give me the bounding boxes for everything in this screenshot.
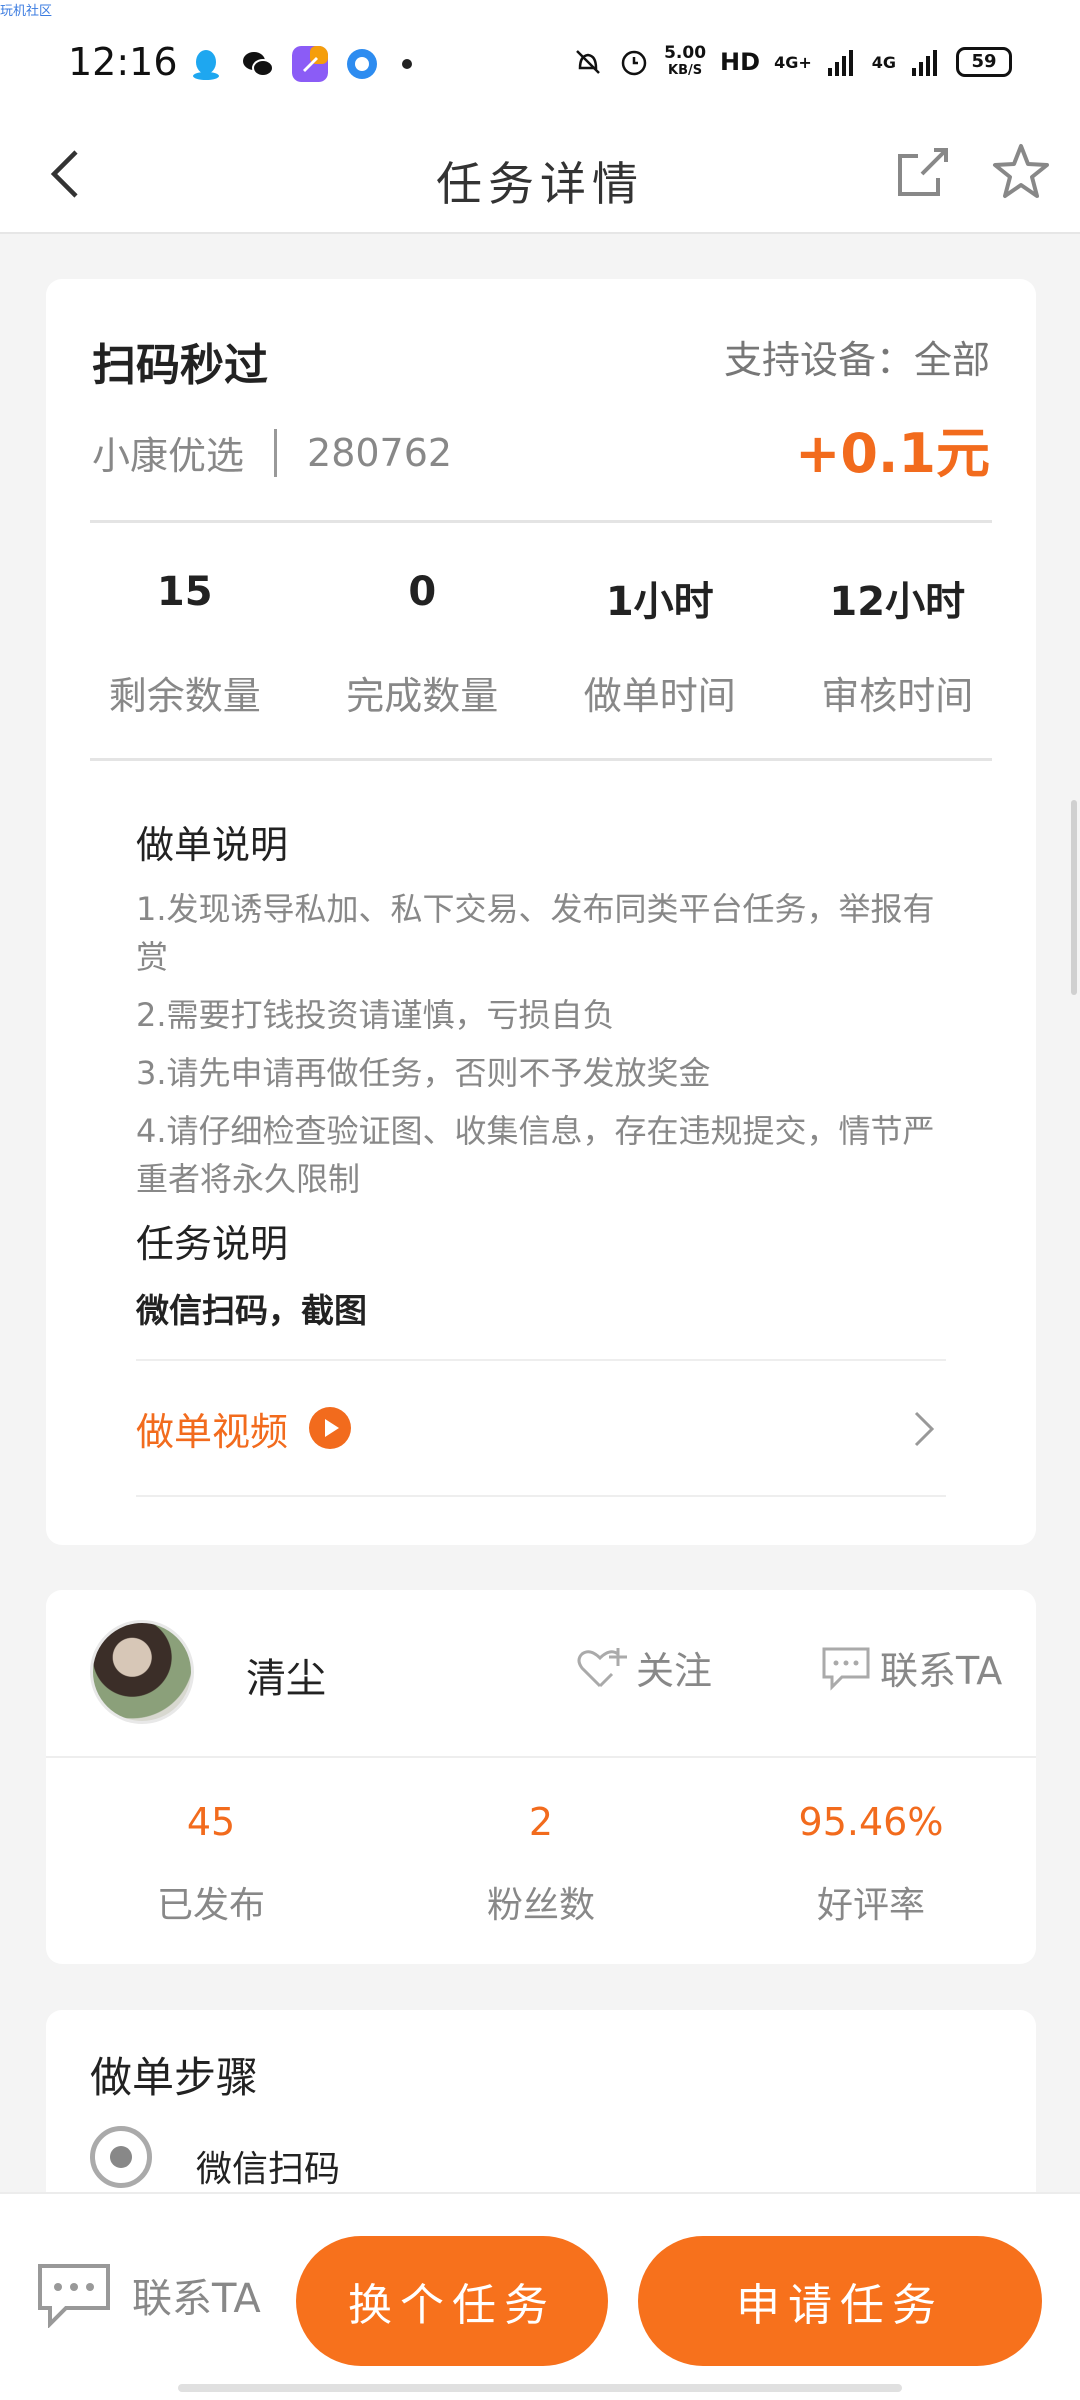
- net-speed-value: 5.00: [664, 43, 707, 63]
- battery-indicator: 59: [956, 47, 1012, 77]
- follow-label: 关注: [636, 1649, 713, 1693]
- status-time: 12:16: [68, 40, 178, 84]
- more-notifications-dot: [402, 59, 412, 69]
- qq-icon: [193, 50, 219, 80]
- contact-label: 联系TA: [880, 1649, 1003, 1693]
- hd-indicator: HD: [720, 48, 761, 76]
- reward-amount: +0.1元: [795, 422, 990, 485]
- net-speed: 5.00 KB/S: [664, 44, 706, 80]
- share-icon[interactable]: [890, 138, 956, 206]
- divider: [90, 758, 992, 761]
- note-item: 2.需要打钱投资请谨慎，亏损自负: [136, 996, 615, 1034]
- stat-published: 45 已发布: [46, 1800, 376, 1928]
- stat-value: 12小时: [829, 579, 966, 625]
- stat-label: 好评率: [816, 1885, 925, 1926]
- nav-bar: 任务详情: [0, 118, 1080, 234]
- task-id: 280762: [307, 430, 453, 475]
- apply-task-button[interactable]: 申请任务: [638, 2236, 1042, 2366]
- chevron-right-icon: [914, 1411, 935, 1447]
- status-app-icons: [188, 46, 412, 82]
- task-desc: 微信扫码，截图: [136, 1291, 367, 1330]
- step-item: 微信扫码: [196, 2149, 341, 2190]
- supported-device: 支持设备：全部: [723, 338, 990, 382]
- divider: [46, 1756, 1036, 1758]
- bottom-contact-button[interactable]: 联系TA: [36, 2262, 261, 2328]
- merchant-separator: [274, 428, 278, 477]
- stat-value: 15: [156, 569, 213, 615]
- watermark: 玩机社区: [0, 4, 53, 19]
- publisher-stats: 45 已发布 2 粉丝数 95.46% 好评率: [46, 1800, 1036, 1928]
- task-video-row[interactable]: 做单视频: [136, 1359, 946, 1497]
- note-item: 3.请先申请再做任务，否则不予发放奖金: [136, 1054, 711, 1092]
- stat-value: 45: [186, 1800, 236, 1844]
- stat-label: 已发布: [156, 1885, 265, 1926]
- stat-completed: 0 完成数量: [304, 569, 542, 720]
- bottom-action-bar: 联系TA 换个任务 申请任务: [0, 2192, 1080, 2400]
- signal-4g: 4G: [871, 52, 896, 72]
- status-indicators: 5.00 KB/S HD 4G+ 4G 59: [572, 44, 1012, 80]
- contact-publisher-button[interactable]: 联系TA: [820, 1640, 1002, 1695]
- heart-plus-icon: [577, 1647, 627, 1687]
- stat-value: 1小时: [605, 579, 714, 625]
- stat-label: 粉丝数: [486, 1885, 595, 1926]
- note-item: 1.发现诱导私加、私下交易、发布同类平台任务，举报有赏: [136, 890, 935, 976]
- stat-value: 0: [408, 569, 437, 615]
- app-shortcut-icon: [292, 46, 328, 82]
- signal-bars-icon: [827, 50, 853, 76]
- divider: [90, 520, 992, 523]
- notes-heading: 做单说明: [136, 823, 289, 867]
- browser-icon: [347, 49, 377, 79]
- stat-label: 剩余数量: [108, 674, 261, 718]
- follow-button[interactable]: 关注: [576, 1640, 712, 1695]
- signal-bars-icon-2: [912, 50, 937, 76]
- publisher-name: 清尘: [246, 1656, 326, 1702]
- task-desc-heading: 任务说明: [136, 1222, 289, 1266]
- publisher-card: 清尘 关注 联系TA 45 已发布 2 粉丝数 95.46% 好评率: [46, 1590, 1036, 1964]
- task-card: 扫码秒过 支持设备：全部 小康优选 280762 +0.1元 15 剩余数量 0…: [46, 279, 1036, 1545]
- merchant-info: 小康优选 280762: [92, 425, 452, 480]
- avatar[interactable]: [90, 1620, 194, 1724]
- chat-icon: [38, 2264, 110, 2328]
- steps-heading: 做单步骤: [90, 2053, 259, 2102]
- favorite-star-icon[interactable]: [990, 138, 1052, 206]
- merchant-name: 小康优选: [92, 434, 245, 478]
- stat-remaining: 15 剩余数量: [66, 569, 304, 720]
- scrollbar[interactable]: [1071, 800, 1077, 995]
- stat-label: 完成数量: [346, 674, 499, 718]
- stat-value: 2: [528, 1800, 554, 1844]
- stat-rating: 95.46% 好评率: [706, 1800, 1036, 1928]
- net-speed-unit: KB/S: [668, 63, 703, 78]
- task-title: 扫码秒过: [92, 340, 268, 391]
- switch-task-button[interactable]: 换个任务: [296, 2236, 608, 2366]
- stat-label: 审核时间: [821, 674, 974, 718]
- video-label: 做单视频: [136, 1409, 289, 1454]
- chat-icon: [822, 1647, 870, 1691]
- task-notes: 做单说明 1.发现诱导私加、私下交易、发布同类平台任务，举报有赏 2.需要打钱投…: [136, 814, 946, 1332]
- stat-work-time: 1小时 做单时间: [541, 569, 779, 720]
- step-radio-icon: [90, 2126, 152, 2188]
- gesture-bar: [178, 2384, 902, 2392]
- signal-4g-plus: 4G+: [774, 52, 812, 72]
- play-icon: [309, 1407, 352, 1449]
- status-bar: 12:16 5.00 KB/S HD 4G+ 4G 59: [0, 0, 1080, 118]
- wechat-icon: [243, 52, 274, 77]
- alarm-icon: [621, 50, 647, 76]
- stat-review-time: 12小时 审核时间: [779, 569, 1017, 720]
- task-stats: 15 剩余数量 0 完成数量 1小时 做单时间 12小时 审核时间: [66, 569, 1016, 720]
- stat-label: 做单时间: [583, 674, 736, 718]
- bottom-contact-label: 联系TA: [132, 2276, 261, 2322]
- stat-fans: 2 粉丝数: [376, 1800, 706, 1928]
- note-item: 4.请仔细检查验证图、收集信息，存在违规提交，情节严重者将永久限制: [136, 1112, 935, 1198]
- stat-value: 95.46%: [798, 1800, 944, 1844]
- mute-bell-icon: [576, 50, 600, 74]
